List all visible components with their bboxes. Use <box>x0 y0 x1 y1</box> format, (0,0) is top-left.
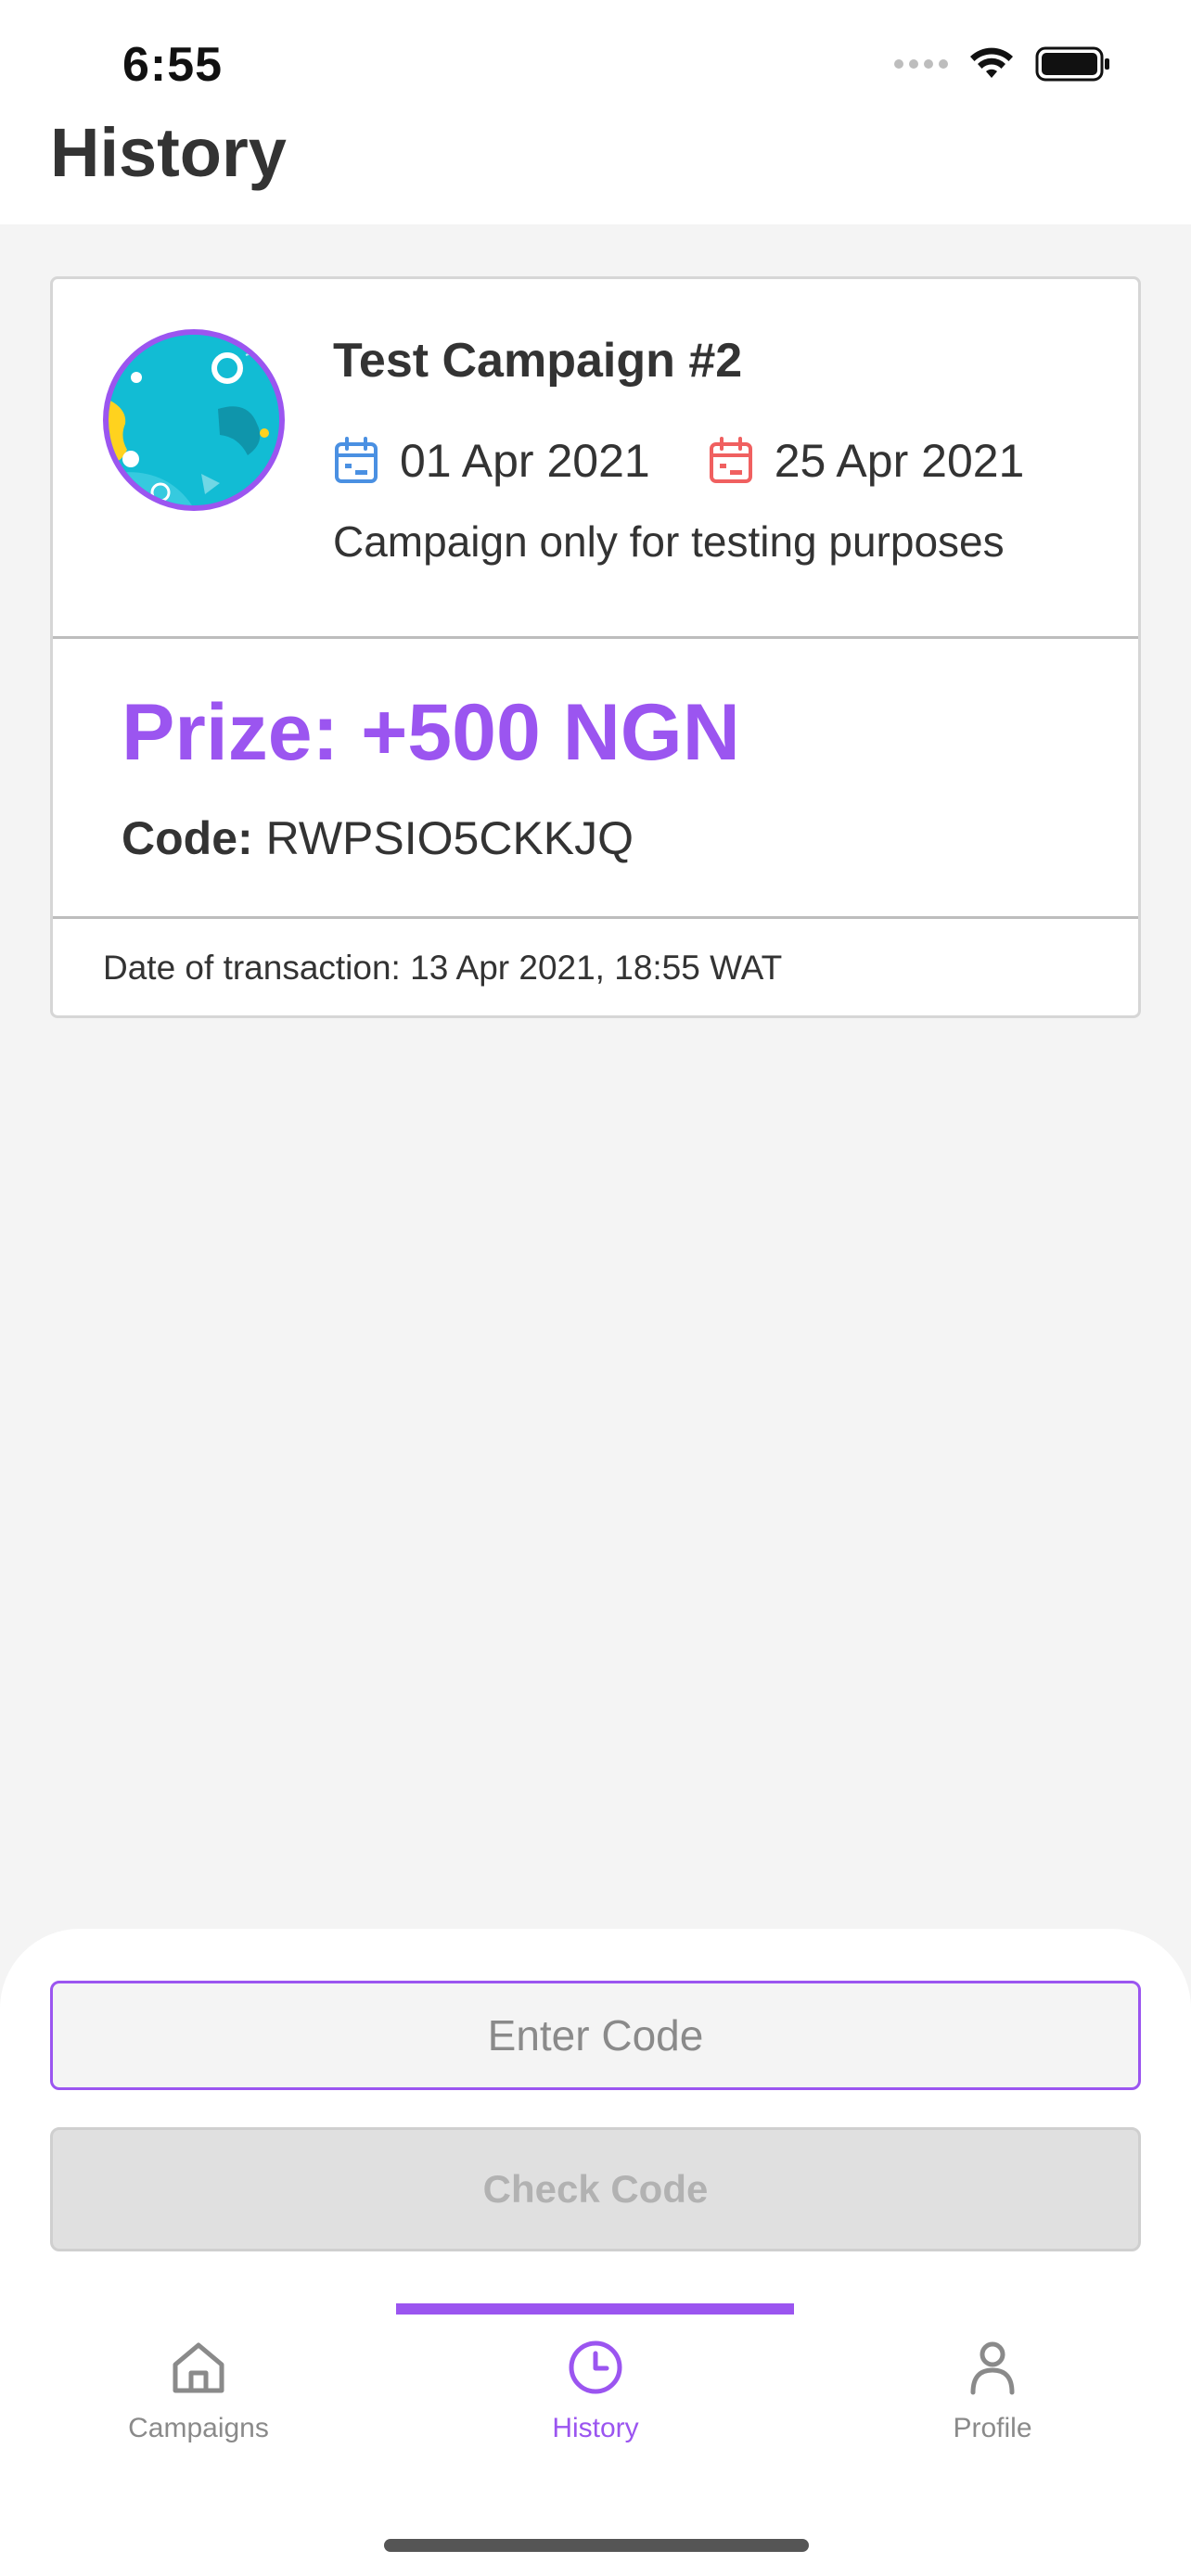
transaction-section: Date of transaction: 13 Apr 2021, 18:55 … <box>53 919 1138 1015</box>
active-tab-indicator <box>396 2303 794 2315</box>
wifi-icon <box>970 47 1013 78</box>
page-title: History <box>50 114 287 191</box>
status-time: 6:55 <box>122 38 224 92</box>
end-date-text: 25 Apr 2021 <box>774 435 1025 487</box>
campaign-name: Test Campaign #2 <box>333 334 743 388</box>
campaign-image <box>109 335 279 505</box>
history-screen: 6:55 History Test Campaign #2 01 Apr 202… <box>0 0 1191 2576</box>
tab-label-profile: Profile <box>953 2413 1032 2443</box>
tab-profile[interactable]: Profile <box>794 2337 1191 2467</box>
start-date-text: 01 Apr 2021 <box>400 435 650 487</box>
prize-amount: Prize: +500 NGN <box>122 688 740 777</box>
code-value: RWPSIO5CKKJQ <box>265 812 634 864</box>
header: 6:55 History <box>0 0 1191 224</box>
campaign-info-section: Test Campaign #2 01 Apr 2021 25 Apr 2021… <box>53 279 1138 639</box>
check-code-button[interactable]: Check Code <box>50 2127 1141 2251</box>
calendar-start-icon <box>335 437 378 483</box>
battery-icon <box>1035 46 1109 82</box>
tab-label-campaigns: Campaigns <box>128 2413 269 2443</box>
prize-section: Prize: +500 NGN Code: RWPSIO5CKKJQ <box>53 639 1138 919</box>
code-label: Code: <box>122 812 253 864</box>
cellular-signal-icon <box>894 59 948 69</box>
home-indicator <box>384 2539 809 2552</box>
start-date: 01 Apr 2021 <box>333 434 650 488</box>
transaction-date: Date of transaction: 13 Apr 2021, 18:55 … <box>103 949 783 987</box>
campaign-description: Campaign only for testing purposes <box>333 517 1005 566</box>
clock-icon <box>569 2340 622 2394</box>
campaign-avatar <box>103 329 285 511</box>
history-card: Test Campaign #2 01 Apr 2021 25 Apr 2021… <box>50 276 1141 1018</box>
tab-label-history: History <box>552 2413 639 2443</box>
calendar-end-icon <box>709 437 752 483</box>
code-entry-panel: Check Code <box>0 1929 1191 2576</box>
tab-history[interactable]: History <box>397 2337 794 2467</box>
redeemed-code: Code: RWPSIO5CKKJQ <box>122 811 634 865</box>
status-icons <box>894 43 1111 85</box>
tab-campaigns[interactable]: Campaigns <box>0 2337 397 2467</box>
end-date: 25 Apr 2021 <box>708 434 1025 488</box>
code-input[interactable] <box>50 1981 1141 2090</box>
campaign-dates: 01 Apr 2021 25 Apr 2021 <box>333 431 1024 491</box>
home-icon <box>173 2342 224 2393</box>
person-icon <box>970 2341 1015 2395</box>
